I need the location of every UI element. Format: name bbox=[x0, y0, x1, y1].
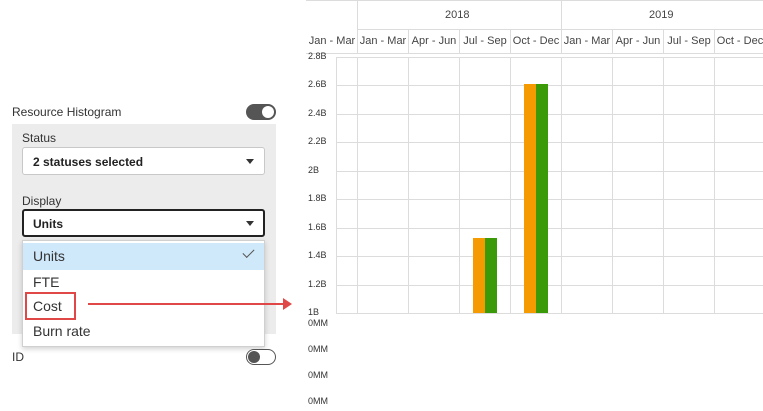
quarter-label: Oct - Dec bbox=[512, 35, 560, 47]
header-top-line bbox=[306, 0, 763, 1]
resource-histogram-label: Resource Histogram bbox=[12, 105, 122, 119]
toggle-knob bbox=[248, 350, 260, 363]
quarter-label: Jan - Mar bbox=[308, 35, 356, 47]
annotation-arrow-line bbox=[88, 303, 284, 305]
display-select[interactable]: Units bbox=[22, 209, 265, 237]
plot-grid-vertical bbox=[510, 57, 511, 313]
histogram-bar bbox=[523, 84, 536, 313]
quarter-separator bbox=[408, 29, 409, 53]
quarter-label: Jul - Sep bbox=[667, 35, 711, 47]
plot-grid-horizontal bbox=[336, 256, 763, 258]
quarter-separator bbox=[357, 29, 358, 53]
quarter-separator bbox=[510, 29, 511, 53]
plot-grid-horizontal bbox=[336, 199, 763, 201]
plot-grid-horizontal bbox=[336, 284, 763, 286]
y-tick-label: 2.2B bbox=[308, 136, 327, 147]
display-select-value: Units bbox=[33, 217, 63, 231]
cost-highlight-box bbox=[25, 292, 76, 320]
resource-histogram-toggle[interactable] bbox=[246, 104, 276, 120]
y-tick-label: 2B bbox=[308, 164, 320, 175]
y-tick-label: 1.2B bbox=[308, 278, 327, 289]
plot-grid-horizontal bbox=[336, 227, 763, 229]
quarter-separator bbox=[459, 29, 460, 53]
quarter-label: Jan - Mar bbox=[563, 35, 611, 47]
y-tick-label: 1.6B bbox=[308, 221, 327, 232]
y-tick-label: 2.8B bbox=[308, 51, 327, 61]
status-select[interactable]: 2 statuses selected bbox=[22, 147, 265, 175]
display-label: Display bbox=[22, 194, 62, 208]
year-separator bbox=[561, 0, 562, 29]
plot-grid-horizontal bbox=[336, 57, 763, 58]
checkmark-icon bbox=[242, 245, 255, 259]
plot-grid-vertical bbox=[612, 57, 613, 313]
year-label: 2019 bbox=[649, 9, 674, 21]
y-tick-label: 0MM bbox=[308, 396, 328, 406]
quarter-separator bbox=[663, 29, 664, 53]
y-tick-label: 0MM bbox=[308, 318, 328, 328]
quarter-label: Oct - Dec bbox=[716, 35, 763, 47]
display-option-units[interactable]: Units bbox=[23, 243, 264, 270]
year-row-line bbox=[357, 29, 763, 30]
year-label: 2018 bbox=[445, 9, 470, 21]
y-tick-label: 2.4B bbox=[308, 107, 327, 118]
chevron-down-icon bbox=[246, 221, 254, 226]
plot-grid-horizontal bbox=[336, 113, 763, 115]
quarter-separator bbox=[714, 29, 715, 53]
plot-grid-vertical bbox=[663, 57, 664, 313]
histogram-bar bbox=[472, 237, 485, 313]
y-tick-label: 1.8B bbox=[308, 193, 327, 204]
histogram-bar bbox=[484, 237, 497, 313]
display-option-burn-rate[interactable]: Burn rate bbox=[23, 318, 264, 345]
y-tick-label: 2.6B bbox=[308, 79, 327, 90]
plot-grid-vertical bbox=[561, 57, 562, 313]
annotation-arrow-head bbox=[283, 298, 292, 310]
histogram-bar bbox=[535, 84, 548, 313]
id-label: ID bbox=[12, 350, 24, 364]
quarter-label: Apr - Jun bbox=[615, 35, 661, 47]
chevron-down-icon bbox=[246, 159, 254, 164]
quarter-label: Jan - Mar bbox=[359, 35, 407, 47]
plot-grid-vertical bbox=[408, 57, 409, 313]
y-tick-label: 0MM bbox=[308, 344, 328, 354]
y-tick-label: 0MM bbox=[308, 370, 328, 380]
quarter-row-line bbox=[306, 53, 763, 54]
quarter-label: Jul - Sep bbox=[463, 35, 507, 47]
plot-grid-horizontal bbox=[336, 170, 763, 172]
plot-grid-vertical bbox=[459, 57, 460, 313]
plot-grid-horizontal bbox=[336, 142, 763, 144]
toggle-knob bbox=[262, 106, 274, 118]
quarter-separator bbox=[561, 29, 562, 53]
plot-grid-vertical bbox=[714, 57, 715, 313]
status-select-value: 2 statuses selected bbox=[33, 155, 144, 169]
status-label: Status bbox=[22, 131, 57, 145]
plot-grid-vertical bbox=[357, 57, 358, 313]
y-tick-label: 1.4B bbox=[308, 250, 327, 261]
year-separator bbox=[357, 0, 358, 29]
plot-y-axis bbox=[336, 57, 337, 313]
id-toggle[interactable] bbox=[246, 349, 276, 365]
quarter-separator bbox=[612, 29, 613, 53]
plot-grid-horizontal bbox=[336, 85, 763, 87]
y-tick-label: 1B bbox=[308, 307, 320, 317]
plot-grid-horizontal bbox=[336, 313, 763, 314]
quarter-label: Apr - Jun bbox=[411, 35, 457, 47]
